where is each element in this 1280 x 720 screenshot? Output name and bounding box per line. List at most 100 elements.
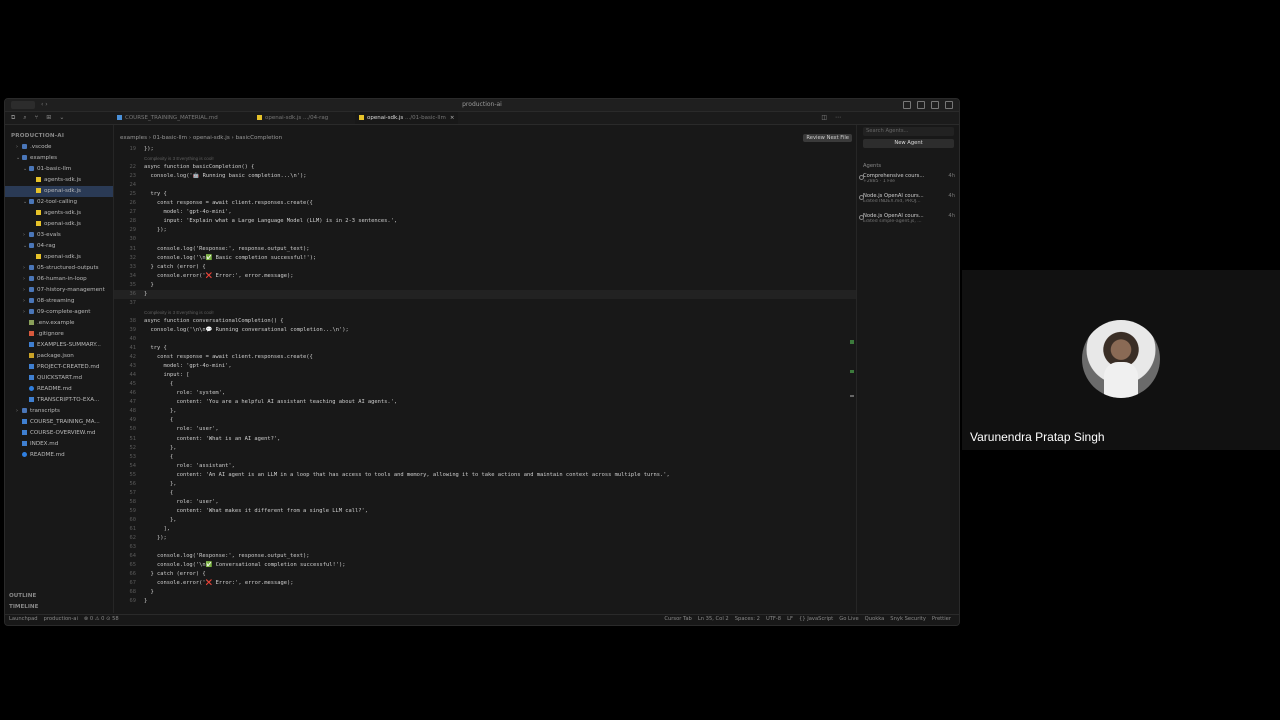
code-line[interactable]: 25 try { xyxy=(114,190,856,199)
code-line[interactable]: 65 console.log('\n✅ Conversational compl… xyxy=(114,561,856,570)
code-line[interactable]: 43 model: 'gpt-4o-mini', xyxy=(114,362,856,371)
code-line[interactable]: 57 { xyxy=(114,489,856,498)
code-line[interactable]: 59 content: 'What makes it different fro… xyxy=(114,507,856,516)
tree-item[interactable]: › 08-streaming xyxy=(5,296,113,307)
code-line[interactable]: 31 console.log('Response:', response.out… xyxy=(114,245,856,254)
status-item[interactable]: Prettier xyxy=(932,616,951,622)
panel-toggle-icon[interactable] xyxy=(903,101,911,109)
code-line[interactable]: 28 input: 'Explain what a Large Language… xyxy=(114,217,856,226)
tree-item[interactable]: ⌄ examples xyxy=(5,153,113,164)
code-line[interactable]: 23 console.log('🤖 Running basic completi… xyxy=(114,172,856,181)
status-item[interactable]: UTF-8 xyxy=(766,616,781,622)
agents-search-input[interactable]: Search Agents... xyxy=(863,127,954,136)
code-line[interactable]: 53 { xyxy=(114,453,856,462)
status-item[interactable]: Snyk Security xyxy=(890,616,926,622)
tree-item[interactable]: ⌄ 02-tool-calling xyxy=(5,197,113,208)
code-line[interactable]: 46 role: 'system', xyxy=(114,389,856,398)
extensions-icon[interactable]: ⊞ xyxy=(46,114,51,122)
split-editor-icon[interactable]: ◫ xyxy=(821,114,827,121)
code-line[interactable]: 35 } xyxy=(114,281,856,290)
tree-item[interactable]: › 07-history-management xyxy=(5,285,113,296)
breadcrumb-item[interactable]: examples xyxy=(120,135,147,141)
tree-item[interactable]: › 03-evals xyxy=(5,230,113,241)
code-line[interactable]: 69} xyxy=(114,597,856,606)
tree-item[interactable]: TRANSCRIPT-TO-EXA... xyxy=(5,395,113,406)
code-line[interactable]: 34 console.error('❌ Error:', error.messa… xyxy=(114,272,856,281)
code-line[interactable]: 63 xyxy=(114,543,856,552)
tree-item[interactable]: package.json xyxy=(5,351,113,362)
breadcrumb-item[interactable]: openai-sdk.js xyxy=(193,135,230,141)
code-line[interactable]: 41 try { xyxy=(114,344,856,353)
code-line[interactable]: 37 xyxy=(114,299,856,308)
tree-item[interactable]: openai-sdk.js xyxy=(5,252,113,263)
code-line[interactable]: 55 content: 'An AI agent is an LLM in a … xyxy=(114,471,856,480)
code-line[interactable]: 50 role: 'user', xyxy=(114,425,856,434)
chevron-down-icon[interactable]: ⌄ xyxy=(59,114,64,122)
code-line[interactable]: 60 }, xyxy=(114,516,856,525)
code-line[interactable]: 39 console.log('\n\n💬 Running conversati… xyxy=(114,326,856,335)
tree-item[interactable]: › .vscode xyxy=(5,142,113,153)
search-icon[interactable]: ⌕ xyxy=(23,114,26,122)
code-line[interactable]: 64 console.log('Response:', response.out… xyxy=(114,552,856,561)
code-line[interactable]: 52 }, xyxy=(114,444,856,453)
tree-item[interactable]: › transcripts xyxy=(5,406,113,417)
status-item[interactable]: Cursor Tab xyxy=(664,616,691,622)
code-line[interactable]: 45 { xyxy=(114,380,856,389)
code-line[interactable]: 67 console.error('❌ Error:', error.messa… xyxy=(114,579,856,588)
tree-item[interactable]: COURSE-OVERVIEW.md xyxy=(5,428,113,439)
breadcrumb-item[interactable]: 01-basic-llm xyxy=(153,135,187,141)
tree-item[interactable]: openai-sdk.js xyxy=(5,219,113,230)
code-line[interactable]: 56 }, xyxy=(114,480,856,489)
code-line[interactable]: 22 async function basicCompletion() { xyxy=(114,163,856,172)
tree-item[interactable]: .env.example xyxy=(5,318,113,329)
tab[interactable]: COURSE_TRAINING_MATERIAL.md xyxy=(113,112,222,124)
settings-icon[interactable] xyxy=(945,101,953,109)
tree-item[interactable]: README.md xyxy=(5,384,113,395)
code-line[interactable]: 32 console.log('\n✅ Basic completion suc… xyxy=(114,254,856,263)
panel-toggle-icon[interactable] xyxy=(917,101,925,109)
code-line[interactable]: 68 } xyxy=(114,588,856,597)
code-line[interactable]: 36} xyxy=(114,289,856,299)
outline-section[interactable]: OUTLINE xyxy=(9,593,36,599)
status-item[interactable]: Launchpad xyxy=(9,616,38,622)
tree-item[interactable]: EXAMPLES-SUMMARY... xyxy=(5,340,113,351)
status-item[interactable]: Ln 35, Col 2 xyxy=(698,616,729,622)
tab-active[interactable]: openai-sdk.js .../01-basic-llm × xyxy=(355,112,459,124)
status-item[interactable]: production-ai xyxy=(44,616,78,622)
tree-item[interactable]: QUICKSTART.md xyxy=(5,373,113,384)
status-item[interactable]: Spaces: 2 xyxy=(735,616,760,622)
code-line[interactable]: 33 } catch (error) { xyxy=(114,263,856,272)
tree-item[interactable]: agents-sdk.js xyxy=(5,175,113,186)
code-line[interactable]: 42 const response = await client.respons… xyxy=(114,353,856,362)
tree-item[interactable]: ⌄ 01-basic-llm xyxy=(5,164,113,175)
code-line[interactable]: 49 { xyxy=(114,416,856,425)
review-next-file-button[interactable]: Review Next File xyxy=(803,134,852,142)
code-line[interactable]: 26 const response = await client.respons… xyxy=(114,199,856,208)
tree-item[interactable]: README.md xyxy=(5,450,113,461)
code-line[interactable]: 19}); xyxy=(114,145,856,154)
code-line[interactable]: 40 xyxy=(114,335,856,344)
tree-item[interactable]: › 06-human-in-loop xyxy=(5,274,113,285)
code-line[interactable]: 58 role: 'user', xyxy=(114,498,856,507)
tree-item[interactable]: .gitignore xyxy=(5,329,113,340)
new-agent-button[interactable]: New Agent xyxy=(863,139,954,148)
close-icon[interactable]: × xyxy=(450,115,455,121)
agent-item[interactable]: Node.js OpenAI cours... Edited INDEX.md, … xyxy=(859,193,955,204)
code-area[interactable]: 19}); Complexity is 3 Everything is cool!… xyxy=(114,145,856,606)
code-line[interactable]: 54 role: 'assistant', xyxy=(114,462,856,471)
tree-item[interactable]: › 09-complete-agent xyxy=(5,307,113,318)
tree-item[interactable]: INDEX.md xyxy=(5,439,113,450)
status-item[interactable]: Quokka xyxy=(865,616,885,622)
agent-item[interactable]: Node.js OpenAI cours... Edited simple-age… xyxy=(859,213,955,224)
code-line[interactable]: 51 content: 'What is an AI agent?', xyxy=(114,435,856,444)
scroll-thumb[interactable] xyxy=(850,395,854,397)
code-line[interactable]: 27 model: 'gpt-4o-mini', xyxy=(114,208,856,217)
status-item[interactable]: ⊗ 0 ⚠ 0 ⊙ 58 xyxy=(84,616,119,622)
explorer-icon[interactable]: ⧉ xyxy=(11,114,15,122)
tree-item[interactable]: › 05-structured-outputs xyxy=(5,263,113,274)
code-line[interactable]: 38 async function conversationalCompletio… xyxy=(114,317,856,326)
code-line[interactable]: 48 }, xyxy=(114,407,856,416)
tree-item[interactable]: PROJECT-CREATED.md xyxy=(5,362,113,373)
agent-item[interactable]: Comprehensive cours... +2885 · 1 File 4h xyxy=(859,173,955,184)
status-item[interactable]: LF xyxy=(787,616,793,622)
